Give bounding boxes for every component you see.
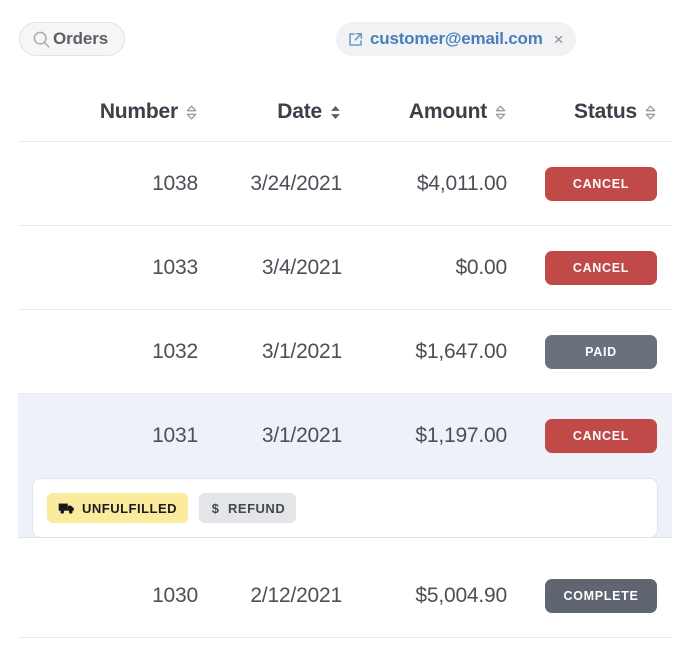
cell-status: CANCEL — [507, 251, 657, 285]
column-header-status[interactable]: Status — [507, 100, 657, 124]
status-badge[interactable]: CANCEL — [545, 251, 657, 285]
orders-table: Number Date Amount Status 1038 3/24/2021… — [0, 78, 690, 638]
sort-toggle-status[interactable] — [644, 104, 657, 121]
cell-amount: $1,647.00 — [415, 340, 507, 363]
status-badge[interactable]: PAID — [545, 335, 657, 369]
cell-number: 1030 — [152, 584, 198, 607]
dollar-icon: $ — [210, 501, 221, 516]
table-row[interactable]: 1033 3/4/2021 $0.00 CANCEL — [0, 226, 690, 310]
status-badge[interactable]: CANCEL — [545, 419, 657, 453]
column-header-status-label: Status — [574, 100, 637, 123]
status-badge[interactable]: CANCEL — [545, 167, 657, 201]
cell-status: COMPLETE — [507, 579, 657, 613]
column-header-number[interactable]: Number — [18, 100, 198, 124]
remove-email-filter-icon[interactable]: × — [554, 31, 564, 48]
cell-date: 3/4/2021 — [261, 256, 342, 279]
tag-unfulfilled-label: UNFULFILLED — [82, 500, 178, 516]
cell-amount: $4,011.00 — [416, 172, 507, 195]
table-row[interactable]: 1032 3/1/2021 $1,647.00 PAID — [0, 310, 690, 394]
cell-number: 1031 — [152, 424, 198, 447]
cell-number: 1033 — [152, 256, 198, 279]
status-badge[interactable]: COMPLETE — [545, 579, 657, 613]
filter-bar: Orders customer@email.com × — [0, 0, 690, 78]
cell-date: 3/1/2021 — [261, 340, 342, 363]
column-header-amount[interactable]: Amount — [342, 100, 507, 124]
sort-toggle-number[interactable] — [185, 104, 198, 121]
table-row-selected[interactable]: 1031 3/1/2021 $1,197.00 CANCEL — [18, 394, 672, 478]
column-header-amount-label: Amount — [408, 100, 487, 123]
email-filter-chip[interactable]: customer@email.com × — [336, 22, 576, 56]
table-row[interactable]: 1030 2/12/2021 $5,004.90 COMPLETE — [0, 554, 690, 638]
tag-unfulfilled[interactable]: UNFULFILLED — [47, 493, 189, 523]
cell-status: CANCEL — [507, 419, 657, 453]
cell-date: 2/12/2021 — [250, 584, 342, 607]
tag-refund-label: REFUND — [228, 500, 286, 516]
table-row[interactable]: 1038 3/24/2021 $4,011.00 CANCEL — [0, 142, 690, 226]
search-chip-label: Orders — [53, 29, 109, 48]
truck-icon — [58, 502, 75, 515]
cell-status: PAID — [507, 335, 657, 369]
cell-amount: $5,004.90 — [415, 584, 507, 607]
search-chip-orders[interactable]: Orders — [19, 22, 126, 56]
sort-toggle-date[interactable] — [329, 104, 342, 121]
orders-table-screen: Orders customer@email.com × Number Date … — [0, 0, 690, 672]
expanded-row-group: 1031 3/1/2021 $1,197.00 CANCEL UNFULFILL… — [18, 394, 672, 538]
email-filter-label: customer@email.com — [370, 29, 543, 48]
row-detail-panel: UNFULFILLED $ REFUND — [32, 478, 658, 538]
table-header-row: Number Date Amount Status — [0, 78, 690, 142]
cell-date: 3/1/2021 — [261, 424, 342, 447]
sort-toggle-amount[interactable] — [494, 104, 507, 121]
cell-amount: $0.00 — [455, 256, 507, 279]
column-header-date[interactable]: Date — [198, 100, 342, 124]
cell-amount: $1,197.00 — [415, 424, 507, 447]
cell-number: 1038 — [152, 172, 198, 195]
column-header-date-label: Date — [277, 100, 322, 123]
cell-number: 1032 — [152, 340, 198, 363]
cell-status: CANCEL — [507, 167, 657, 201]
column-header-number-label: Number — [99, 100, 178, 123]
svg-text:$: $ — [212, 501, 220, 516]
search-icon — [32, 30, 51, 49]
tag-refund[interactable]: $ REFUND — [199, 493, 297, 523]
cell-date: 3/24/2021 — [250, 172, 342, 195]
external-link-icon — [347, 31, 364, 48]
